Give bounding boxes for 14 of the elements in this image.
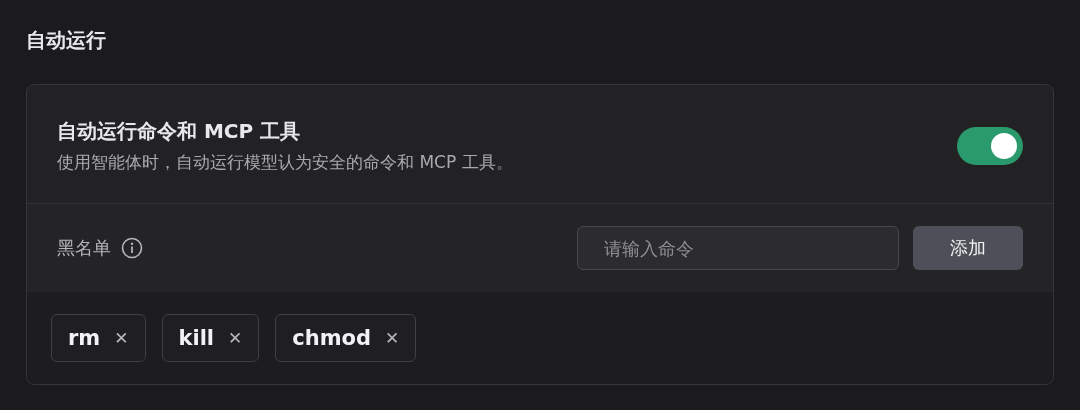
section-title: 自动运行 xyxy=(26,27,107,54)
toggle-switch[interactable] xyxy=(957,127,1023,165)
command-input[interactable]: 请输入命令 xyxy=(577,226,899,270)
add-button[interactable]: 添加 xyxy=(913,226,1023,270)
blacklist-label: 黑名单 xyxy=(57,236,111,260)
info-icon[interactable] xyxy=(121,237,143,259)
remove-button[interactable]: ✕ xyxy=(228,328,243,348)
tag-label: chmod xyxy=(292,326,372,350)
remove-button[interactable]: ✕ xyxy=(114,328,129,348)
tag-label: rm xyxy=(68,326,101,350)
setting-description: 使用智能体时，自动运行模型认为安全的命令和 MCP 工具。 xyxy=(57,151,514,174)
tag-label: kill xyxy=(178,326,215,350)
setting-title: 自动运行命令和 MCP 工具 xyxy=(57,118,302,145)
remove-button[interactable]: ✕ xyxy=(385,328,400,348)
